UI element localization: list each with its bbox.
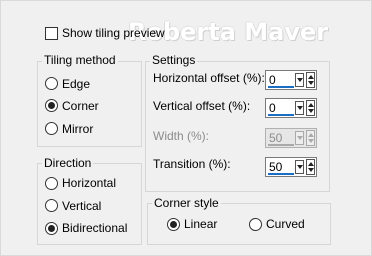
corner-curved-label: Curved	[266, 217, 305, 231]
tiling-method-title: Tiling method	[42, 53, 118, 67]
corner-linear-radio[interactable]	[167, 218, 180, 231]
horizontal-offset-spin-icon[interactable]	[306, 72, 315, 88]
tiling-edge-radio[interactable]	[45, 77, 58, 90]
transition-value[interactable]: 50	[269, 160, 295, 174]
tiling-corner-label: Corner	[62, 99, 99, 113]
vertical-offset-value[interactable]: 0	[269, 101, 295, 115]
direction-bidirectional-radio[interactable]	[45, 222, 58, 235]
show-tiling-preview-label: Show tiling preview	[62, 26, 165, 40]
tiling-mirror-radio[interactable]	[45, 122, 58, 135]
direction-vertical-label: Vertical	[62, 199, 102, 213]
horizontal-offset-dropdown-icon[interactable]	[295, 73, 304, 87]
corner-linear-label: Linear	[184, 217, 218, 231]
corner-curved-radio[interactable]	[249, 218, 262, 231]
tiling-dialog: Roberta Maver Show tiling preview Tiling…	[0, 0, 372, 256]
tiling-edge-label: Edge	[62, 77, 91, 91]
direction-horizontal-label: Horizontal	[62, 176, 117, 190]
width-value: 50	[269, 131, 283, 145]
horizontal-offset-spinbox[interactable]: 0	[265, 70, 317, 90]
horizontal-offset-slider[interactable]	[268, 86, 294, 88]
vertical-offset-slider[interactable]	[268, 114, 294, 116]
direction-horizontal-radio[interactable]	[45, 177, 58, 190]
horizontal-offset-label: Horizontal offset (%):	[153, 71, 265, 85]
transition-label: Transition (%):	[153, 157, 231, 171]
width-spin-icon	[306, 130, 315, 146]
direction-title: Direction	[42, 156, 94, 170]
corner-style-title: Corner style	[152, 196, 221, 210]
transition-slider[interactable]	[268, 173, 294, 175]
tiling-mirror-label: Mirror	[62, 122, 94, 136]
tiling-corner-radio[interactable]	[45, 99, 58, 112]
settings-title: Settings	[150, 53, 198, 67]
vertical-offset-spinbox[interactable]: 0	[265, 98, 317, 118]
width-slider	[268, 144, 294, 146]
width-spinbox: 50	[265, 128, 317, 148]
transition-dropdown-icon[interactable]	[295, 160, 304, 174]
vertical-offset-label: Vertical offset (%):	[153, 99, 251, 113]
width-dropdown-icon	[295, 131, 304, 145]
show-tiling-preview-checkbox[interactable]	[45, 27, 58, 40]
width-label: Width (%):	[153, 129, 210, 143]
vertical-offset-spin-icon[interactable]	[306, 100, 315, 116]
direction-vertical-radio[interactable]	[45, 199, 58, 212]
direction-bidirectional-label: Bidirectional	[62, 221, 128, 235]
transition-spin-icon[interactable]	[306, 159, 315, 175]
horizontal-offset-value[interactable]: 0	[269, 73, 295, 87]
transition-spinbox[interactable]: 50	[265, 157, 317, 177]
vertical-offset-dropdown-icon[interactable]	[295, 101, 304, 115]
